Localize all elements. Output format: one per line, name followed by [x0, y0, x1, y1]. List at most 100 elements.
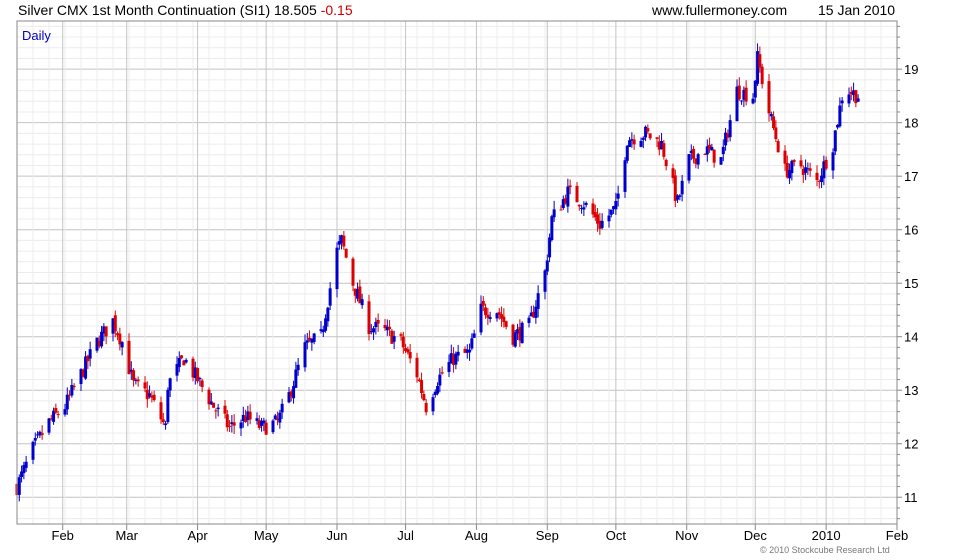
candle-body — [740, 100, 744, 102]
y-tick-label: 15 — [904, 276, 918, 291]
y-axis: 11 12 13 14 15 16 17 18 19 — [897, 25, 918, 520]
candle-body — [351, 258, 355, 286]
candle-body — [388, 326, 392, 330]
candle-body — [728, 120, 732, 138]
candle-body — [833, 130, 837, 152]
price-chart: 11 12 13 14 15 16 17 18 19 Feb Mar Apr May Jun Jul Aug… — [15, 20, 918, 543]
candle-body — [609, 209, 613, 215]
x-tick-label: Aug — [465, 528, 488, 543]
candle-body — [662, 143, 666, 157]
x-tick-label: Feb — [52, 528, 74, 543]
candle-body — [63, 409, 67, 415]
candle-body — [513, 332, 517, 347]
candle-body — [774, 127, 778, 139]
y-tick-label: 17 — [904, 169, 918, 184]
candle-body — [212, 402, 216, 408]
candle-body — [808, 168, 812, 171]
candle-body — [177, 357, 181, 368]
candle-body — [566, 186, 570, 207]
candle-body — [760, 66, 764, 85]
candle-body — [815, 172, 819, 180]
candle-body — [600, 220, 604, 228]
candle-body — [783, 150, 787, 164]
candle-body — [344, 248, 348, 258]
candle-body — [342, 235, 346, 247]
candle-body — [33, 438, 37, 441]
x-tick-label: Oct — [606, 528, 627, 543]
candle-body — [360, 299, 364, 306]
candle-body — [856, 98, 860, 102]
candle-body — [436, 386, 440, 394]
candle-body — [278, 412, 282, 423]
candle-body — [120, 342, 124, 348]
candle-body — [196, 368, 200, 382]
candle-body — [680, 180, 684, 195]
candle-body — [804, 167, 808, 173]
candle-body — [550, 216, 554, 240]
candle-body — [166, 389, 170, 422]
candle-body — [737, 85, 741, 100]
x-tick-label: 2010 — [812, 528, 841, 543]
candle-body — [143, 382, 147, 389]
candle-body — [164, 423, 168, 426]
candle-body — [545, 260, 549, 272]
candle-body — [696, 154, 700, 165]
candle-body — [628, 140, 632, 147]
x-tick-label: Jun — [327, 528, 348, 543]
y-tick-label: 13 — [904, 383, 918, 398]
y-tick-label: 12 — [904, 437, 918, 452]
candle-body — [655, 137, 659, 139]
candle-body — [31, 441, 35, 460]
candle-body — [799, 160, 803, 167]
candle-body — [228, 425, 232, 427]
candle-body — [641, 137, 645, 140]
candle-body — [632, 139, 636, 145]
candle-body — [214, 410, 218, 412]
chart-grid — [16, 21, 898, 524]
candle-body — [17, 477, 21, 495]
candle-body — [392, 336, 396, 342]
candle-body — [687, 154, 691, 181]
candle-body — [520, 322, 524, 344]
candle-body — [335, 247, 339, 290]
x-tick-label: Feb — [886, 528, 908, 543]
x-tick-label: Sep — [536, 528, 559, 543]
candle-body — [216, 407, 220, 410]
candle-body — [431, 397, 435, 412]
candle-body — [831, 152, 835, 171]
x-tick-label: Dec — [744, 528, 768, 543]
candle-body — [536, 293, 540, 309]
candle-body — [552, 209, 556, 218]
candle-body — [792, 160, 796, 162]
candle-body — [47, 418, 51, 433]
candle-body — [225, 414, 229, 428]
candle-body — [625, 145, 629, 161]
candle-body — [292, 386, 296, 399]
candle-body — [484, 307, 488, 316]
candle-body — [838, 105, 842, 127]
candle-body — [646, 128, 650, 132]
candle-body — [406, 349, 410, 353]
candle-body — [72, 385, 76, 387]
x-tick-label: May — [254, 528, 279, 543]
candle-body — [751, 98, 755, 104]
candle-body — [559, 209, 563, 211]
candle-body — [584, 202, 588, 205]
candle-body — [415, 357, 419, 378]
x-tick-label: Jul — [397, 528, 414, 543]
candle-body — [401, 336, 405, 348]
candle-body — [88, 349, 92, 359]
candle-body — [639, 140, 643, 147]
candle-body — [616, 193, 620, 199]
candle-body — [24, 461, 28, 468]
candle-body — [56, 414, 60, 416]
candle-body — [623, 160, 627, 192]
candle-body — [152, 394, 156, 401]
candle-body — [408, 352, 412, 359]
candle-body — [280, 403, 284, 413]
candle-body — [548, 237, 552, 258]
candle-body — [692, 148, 696, 159]
candle-body — [776, 141, 780, 153]
candle-body — [248, 411, 252, 420]
candle-body — [769, 113, 773, 117]
